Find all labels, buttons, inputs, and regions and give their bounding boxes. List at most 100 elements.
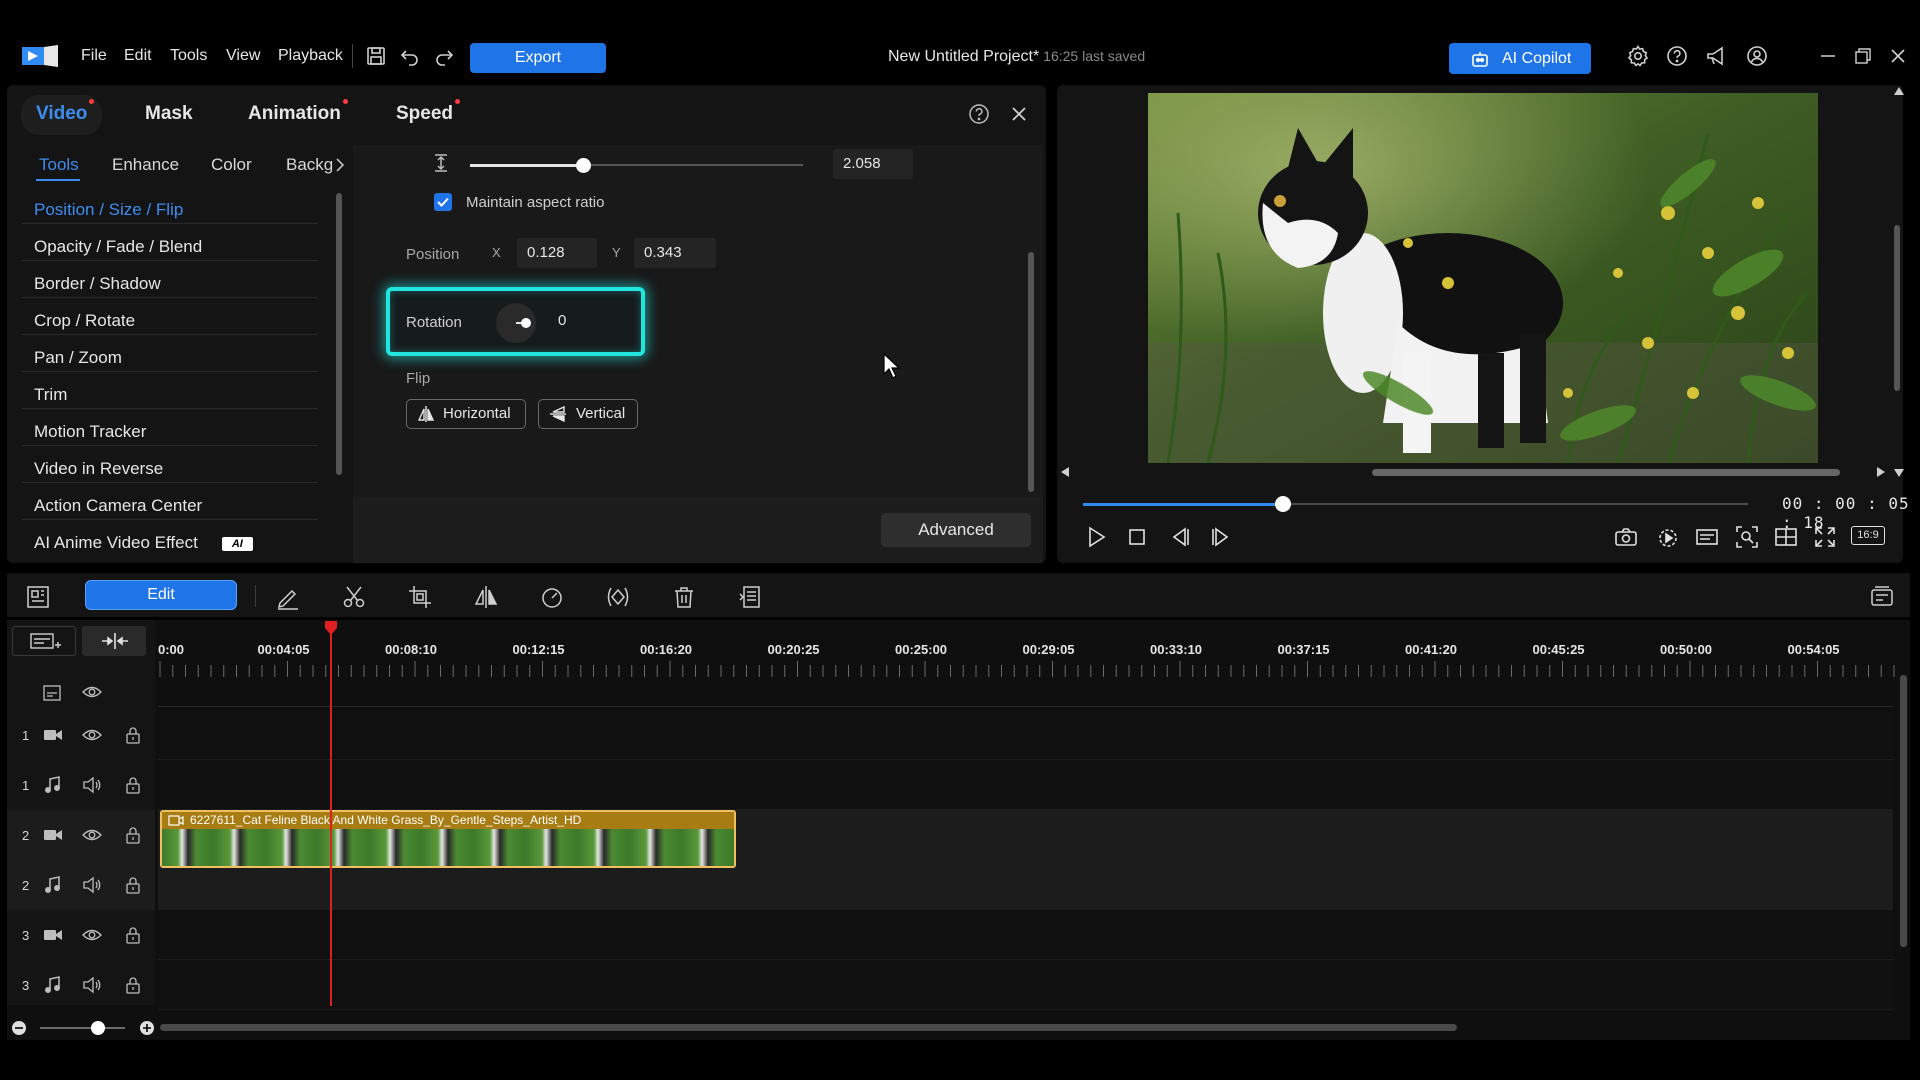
tab-mask[interactable]: Mask [145,103,193,125]
trash-delete-icon[interactable] [671,584,697,610]
advanced-button[interactable]: Advanced [881,513,1031,547]
scale-input[interactable]: 2.058 [833,149,913,179]
scroll-down-arrow-icon[interactable] [1893,468,1905,478]
preview-hscroll-thumb[interactable] [1372,469,1840,476]
minimize-icon[interactable] [1816,44,1840,68]
subtab-enhance[interactable]: Enhance [112,155,179,175]
scroll-right-arrow-icon[interactable] [1876,466,1886,478]
pen-edit-icon[interactable] [275,584,301,610]
tab-animation[interactable]: Animation [248,99,348,125]
tool-list-scrollbar[interactable] [336,193,342,475]
track-video-row[interactable] [158,910,1893,960]
maintain-aspect-checkbox[interactable] [434,193,452,211]
eye-visibility-icon[interactable] [82,725,102,745]
chevron-right-icon[interactable] [334,157,346,173]
keyframe-icon[interactable] [605,584,631,610]
tool-ai-anime-video-effect[interactable]: AI Anime Video Effect AI [34,533,318,553]
tool-opacity-fade-blend[interactable]: Opacity / Fade / Blend [34,237,318,257]
restore-icon[interactable] [1851,44,1875,68]
settings-gear-icon[interactable] [1626,44,1650,68]
play-icon[interactable] [1083,524,1109,550]
ai-copilot-button[interactable]: AI Copilot [1449,43,1591,74]
lock-icon[interactable] [123,925,143,945]
subtab-background[interactable]: Backg [286,155,333,175]
rotation-dial[interactable] [496,303,536,343]
timeline-settings-icon[interactable] [1869,584,1895,610]
edit-button[interactable]: Edit [85,580,237,610]
tool-motion-tracker[interactable]: Motion Tracker [34,422,318,442]
help-icon[interactable] [1665,44,1689,68]
stop-icon[interactable] [1124,524,1150,550]
menu-file[interactable]: File [81,47,107,65]
playback-progress-knob[interactable] [1274,496,1291,512]
flip-vertical-button[interactable]: Vertical [538,399,638,429]
tool-pan-zoom[interactable]: Pan / Zoom [34,348,318,368]
tab-video[interactable]: Video [36,99,95,125]
scroll-up-arrow-icon[interactable] [1893,86,1905,96]
fullscreen-icon[interactable] [1812,524,1838,550]
video-camera-icon[interactable] [43,925,63,945]
lock-icon[interactable] [123,975,143,995]
rotation-input[interactable]: 0 [548,306,628,336]
timeline-hscroll[interactable] [160,1024,1457,1031]
music-note-icon[interactable] [43,875,63,895]
scroll-left-arrow-icon[interactable] [1060,466,1070,478]
render-preview-icon[interactable] [1655,524,1681,550]
subtab-tools[interactable]: Tools [39,155,79,175]
preview-vscroll-thumb[interactable] [1894,225,1900,391]
eye-visibility-icon[interactable] [82,825,102,845]
lock-icon[interactable] [123,725,143,745]
tool-trim[interactable]: Trim [34,385,318,405]
video-camera-icon[interactable] [43,725,63,745]
lock-icon[interactable] [123,775,143,795]
tool-border-shadow[interactable]: Border / Shadow [34,274,318,294]
lock-icon[interactable] [123,875,143,895]
tool-action-camera-center[interactable]: Action Camera Center [34,496,318,516]
crop-icon[interactable] [407,584,433,610]
tool-position-size-flip[interactable]: Position / Size / Flip [34,200,318,220]
lock-icon[interactable] [123,825,143,845]
save-icon[interactable] [364,44,388,68]
export-button[interactable]: Export [470,43,606,73]
menu-edit[interactable]: Edit [124,47,152,65]
snapshot-camera-icon[interactable] [1613,524,1639,550]
media-library-icon[interactable] [25,584,51,610]
add-track-button[interactable] [12,626,76,656]
split-scissors-icon[interactable] [341,584,367,610]
track-audio-row[interactable] [158,960,1893,1010]
flip-horizontal-button[interactable]: Horizontal [406,399,526,429]
timeline-vscroll[interactable] [1900,675,1907,947]
track-audio-row[interactable] [158,760,1893,810]
aspect-ratio-button[interactable]: 16:9 [1851,526,1885,545]
menu-playback[interactable]: Playback [278,47,343,65]
previous-frame-icon[interactable] [1167,524,1193,550]
position-x-input[interactable]: 0.128 [517,238,597,268]
subtab-color[interactable]: Color [211,155,252,175]
zoom-preview-icon[interactable] [1734,524,1760,550]
layout-grid-icon[interactable] [1773,524,1799,550]
subtitle-track-icon[interactable] [42,684,62,702]
speed-gauge-icon[interactable] [539,584,565,610]
video-camera-icon[interactable] [43,825,63,845]
subtitles-icon[interactable] [1694,524,1720,550]
account-icon[interactable] [1745,44,1769,68]
close-icon[interactable] [1886,44,1910,68]
tool-crop-rotate[interactable]: Crop / Rotate [34,311,318,331]
zoom-out-icon[interactable] [11,1020,27,1036]
feedback-megaphone-icon[interactable] [1705,44,1729,68]
position-y-input[interactable]: 0.343 [634,238,716,268]
track-video-row[interactable] [158,710,1893,760]
playhead-handle[interactable] [323,620,339,636]
zoom-slider-knob[interactable] [91,1021,105,1035]
zoom-in-icon[interactable] [139,1020,155,1036]
more-tools-icon[interactable] [737,584,763,610]
tool-video-in-reverse[interactable]: Video in Reverse [34,459,318,479]
next-frame-icon[interactable] [1208,524,1234,550]
redo-icon[interactable] [432,44,456,68]
music-note-icon[interactable] [43,975,63,995]
undo-icon[interactable] [398,44,422,68]
music-note-icon[interactable] [43,775,63,795]
close-panel-icon[interactable] [1007,102,1031,126]
fit-timeline-button[interactable] [82,626,146,656]
menu-view[interactable]: View [226,47,260,65]
